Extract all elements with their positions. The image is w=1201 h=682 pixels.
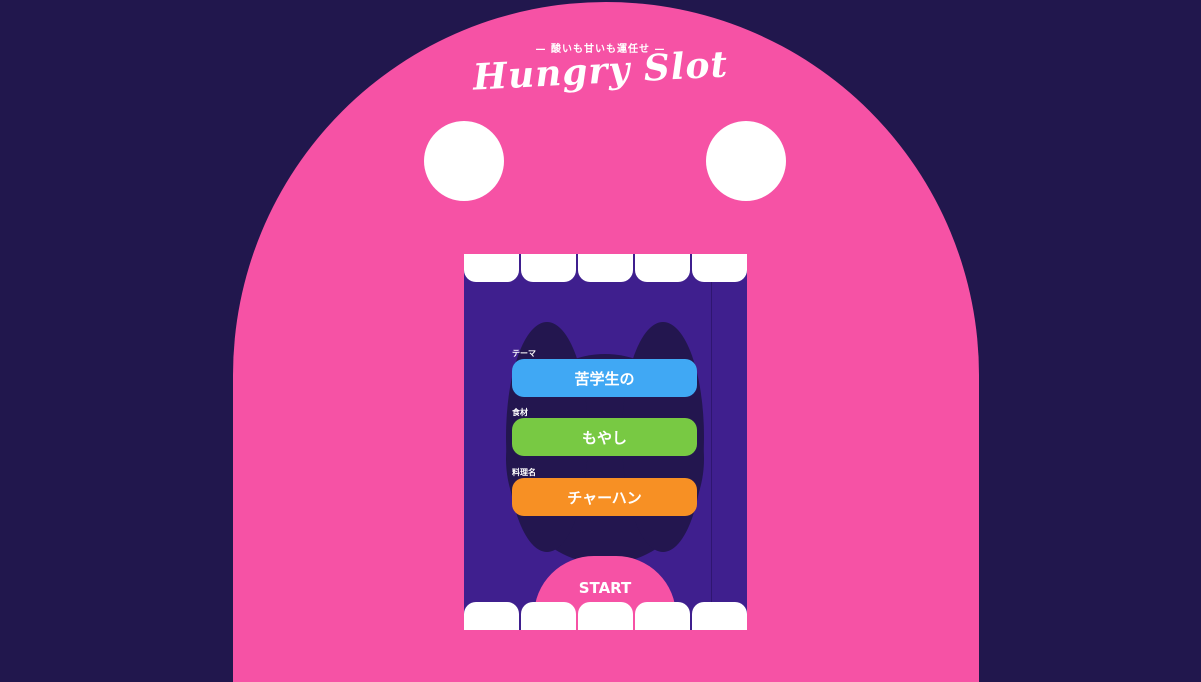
tooth [635, 254, 690, 282]
upper-teeth [464, 254, 747, 282]
slot-theme: テーマ 苦学生の [512, 348, 697, 397]
tooth [578, 602, 633, 630]
slot-dish-value[interactable]: チャーハン [512, 478, 697, 516]
tooth [521, 254, 576, 282]
tooth [578, 254, 633, 282]
slot-dish: 料理名 チャーハン [512, 467, 697, 516]
slot-theme-label: テーマ [512, 349, 536, 358]
tooth [464, 254, 519, 282]
slot-ingredient-value[interactable]: もやし [512, 418, 697, 456]
tooth [635, 602, 690, 630]
mouth-shadow-line [711, 254, 712, 630]
right-eye [706, 121, 786, 201]
slot-theme-value[interactable]: 苦学生の [512, 359, 697, 397]
slot-dish-label: 料理名 [512, 468, 536, 477]
mouth: テーマ 苦学生の 食材 もやし 料理名 チャーハン START [464, 254, 747, 630]
tooth [692, 254, 747, 282]
tooth [692, 602, 747, 630]
left-eye [424, 121, 504, 201]
slot-ingredient: 食材 もやし [512, 407, 697, 456]
tooth [464, 602, 519, 630]
lower-teeth [464, 602, 747, 630]
tooth [521, 602, 576, 630]
slot-ingredient-label: 食材 [512, 408, 528, 417]
